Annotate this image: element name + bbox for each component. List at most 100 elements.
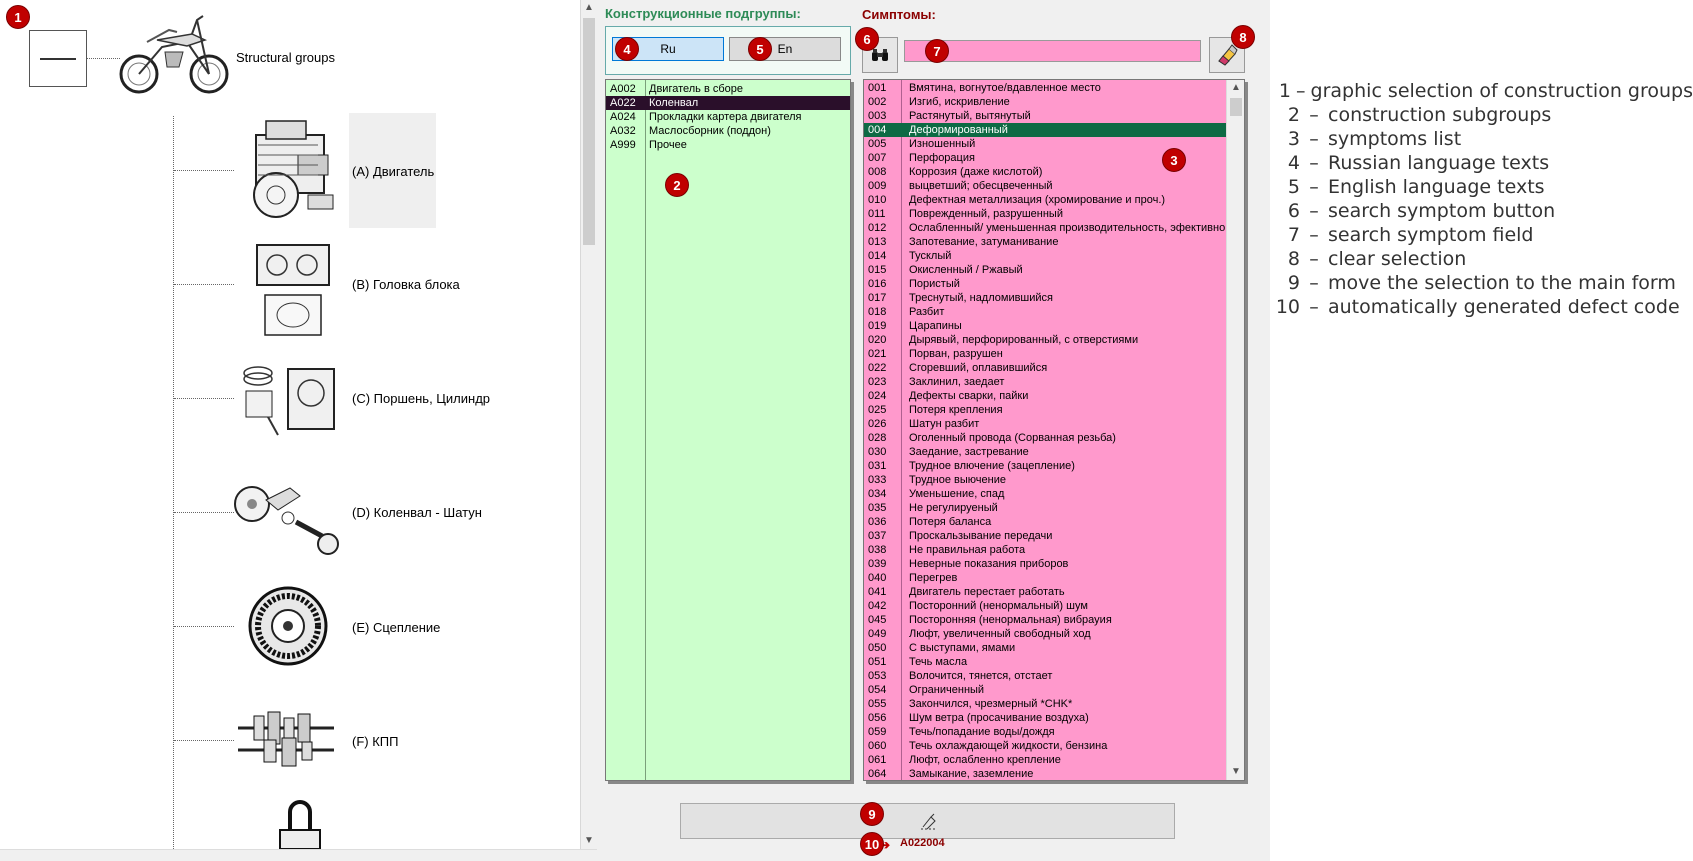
symptom-row[interactable]: 024 Дефекты сварки, пайки: [864, 389, 1226, 403]
symptom-row[interactable]: 035 Не регулируеный: [864, 501, 1226, 515]
tree-node-label[interactable]: (E) Сцепление: [352, 620, 440, 635]
symptom-row[interactable]: 054 Ограниченный: [864, 683, 1226, 697]
subgroup-row[interactable]: A999 Прочее: [606, 138, 850, 152]
symptom-row[interactable]: 020 Дырявый, перфорированный, с отверстия…: [864, 333, 1226, 347]
row-code: 008: [868, 166, 887, 178]
symptom-row[interactable]: 015 Окисленный / Ржавый: [864, 263, 1226, 277]
move-selection-button[interactable]: [680, 803, 1175, 839]
symptom-row[interactable]: 060 Течь охлаждающей жидкости, бензина: [864, 739, 1226, 753]
symptom-row[interactable]: 022 Сгоревший, оплавившийся: [864, 361, 1226, 375]
symptom-row[interactable]: 021 Порван, разрушен: [864, 347, 1226, 361]
tree-horizontal-scrollbar[interactable]: [0, 849, 597, 861]
tree-node-label[interactable]: (F) КПП: [352, 734, 398, 749]
subgroup-row[interactable]: A024 Прокладки картера двигателя: [606, 110, 850, 124]
symptom-row[interactable]: 056 Шум ветра (просачивание воздуха): [864, 711, 1226, 725]
symptom-row[interactable]: 055 Закончился, чрезмерный *CHK*: [864, 697, 1226, 711]
symptom-row[interactable]: 023 Заклинил, заедает: [864, 375, 1226, 389]
english-language-button[interactable]: En: [729, 37, 841, 61]
callout-badge: 2: [665, 173, 689, 197]
tree-vertical-scrollbar[interactable]: ▲ ▼: [581, 0, 597, 849]
row-code: 026: [868, 418, 887, 430]
scroll-up-icon[interactable]: ▲: [581, 0, 597, 16]
symptom-row[interactable]: 001 Вмятина, вогнутое/вдавленное место: [864, 81, 1226, 95]
symptom-row[interactable]: 012 Ослабленный/ уменьшенная производител…: [864, 221, 1226, 235]
symptom-row[interactable]: 045 Посторонняя (ненормальная) вибрауия: [864, 613, 1226, 627]
symptom-row[interactable]: 017 Треснутый, надломившийся: [864, 291, 1226, 305]
symptom-row[interactable]: 018 Разбит: [864, 305, 1226, 319]
row-code: 049: [868, 628, 887, 640]
tree-node-label[interactable]: (A) Двигатель: [352, 164, 434, 179]
symptom-row[interactable]: 016 Пористый: [864, 277, 1226, 291]
symptom-row[interactable]: 014 Тусклый: [864, 249, 1226, 263]
symptoms-scrollbar[interactable]: ▲ ▼: [1226, 80, 1244, 780]
symptom-row[interactable]: 059 Течь/попадание воды/дождя: [864, 725, 1226, 739]
symptom-row[interactable]: 028 Оголенный провода (Сорванная резьба): [864, 431, 1226, 445]
symptom-row[interactable]: 053 Волочится, тянется, отстает: [864, 669, 1226, 683]
symptom-row[interactable]: 036 Потеря баланса: [864, 515, 1226, 529]
tree-node-label[interactable]: (D) Коленвал - Шатун: [352, 505, 482, 520]
russian-button-label: Ru: [660, 42, 676, 56]
subgroup-row[interactable]: A032 Маслосборник (поддон): [606, 124, 850, 138]
symptom-row[interactable]: 004 Деформированный: [864, 123, 1226, 137]
symptom-row[interactable]: 010 Дефектная металлизация (хромирование …: [864, 193, 1226, 207]
symptom-row[interactable]: 037 Проскальзывание передачи: [864, 529, 1226, 543]
scroll-down-icon[interactable]: ▼: [581, 833, 597, 849]
symptom-row[interactable]: 013 Запотевание, затуманивание: [864, 235, 1226, 249]
scroll-up-icon[interactable]: ▲: [1227, 80, 1244, 96]
row-name: Люфт, увеличенный свободный ход: [909, 628, 1091, 640]
symptom-row[interactable]: 038 Не правильная работа: [864, 543, 1226, 557]
symptom-row[interactable]: 039 Неверные показания приборов: [864, 557, 1226, 571]
symptom-row[interactable]: 019 Царапины: [864, 319, 1226, 333]
scroll-down-icon[interactable]: ▼: [1227, 764, 1244, 780]
symptom-row[interactable]: 009 выцветший; обесцвеченный: [864, 179, 1226, 193]
engine-image[interactable]: [238, 115, 348, 227]
gearbox-image[interactable]: [234, 706, 340, 772]
symptom-row[interactable]: 031 Трудное влючение (зацепление): [864, 459, 1226, 473]
legend-text: English language texts: [1328, 176, 1545, 198]
tree-root-label[interactable]: Structural groups: [236, 50, 335, 65]
symptom-row[interactable]: 011 Поврежденный, разрушенный: [864, 207, 1226, 221]
symptoms-rows: 001 Вмятина, вогнутое/вдавленное место 002…: [864, 80, 1226, 780]
subgroups-list[interactable]: A002 Двигатель в сборе A022 Коленвал A024 Про…: [605, 79, 851, 781]
symptom-row[interactable]: 064 Замыкание, заземление: [864, 767, 1226, 780]
row-name: выцветший; обесцвеченный: [909, 180, 1053, 192]
symptom-row[interactable]: 061 Люфт, ослабленно крепление: [864, 753, 1226, 767]
symptoms-list[interactable]: 001 Вмятина, вогнутое/вдавленное место 002…: [863, 79, 1245, 781]
cylinder-head-image[interactable]: [245, 237, 345, 343]
legend-text: clear selection: [1328, 248, 1467, 270]
scrollbar-thumb[interactable]: [583, 18, 595, 245]
symptom-row[interactable]: 026 Шатун разбит: [864, 417, 1226, 431]
symptom-row[interactable]: 030 Заедание, застревание: [864, 445, 1226, 459]
symptom-row[interactable]: 050 С выступами, ямами: [864, 641, 1226, 655]
row-code: 007: [868, 152, 887, 164]
tree-node-label[interactable]: (B) Головка блока: [352, 277, 460, 292]
row-code: 053: [868, 670, 887, 682]
symptom-row[interactable]: 051 Течь масла: [864, 655, 1226, 669]
subgroup-row[interactable]: A022 Коленвал: [606, 96, 850, 110]
row-name: Посторонний (ненормальный) шум: [909, 600, 1088, 612]
collapse-box-icon[interactable]: [29, 30, 87, 87]
symptom-row[interactable]: 003 Растянутый, вытянутый: [864, 109, 1226, 123]
piston-cylinder-image[interactable]: [238, 363, 343, 443]
language-group: Ru En: [605, 26, 851, 75]
callout-badge: 3: [1162, 148, 1186, 172]
symptom-row[interactable]: 049 Люфт, увеличенный свободный ход: [864, 627, 1226, 641]
tree-node-label[interactable]: (C) Поршень, Цилиндр: [352, 391, 490, 406]
symptom-row[interactable]: 034 Уменьшение, спад: [864, 487, 1226, 501]
row-name: Порван, разрушен: [909, 348, 1003, 360]
scrollbar-thumb[interactable]: [1230, 98, 1242, 116]
symptom-row[interactable]: 025 Потеря крепления: [864, 403, 1226, 417]
symptom-row[interactable]: 002 Изгиб, искривление: [864, 95, 1226, 109]
symptom-row[interactable]: 042 Посторонний (ненормальный) шум: [864, 599, 1226, 613]
defect-selection-panel: Конструкционные подгруппы: Симптомы: Ru …: [597, 0, 1270, 861]
callout-badge: 4: [615, 37, 639, 61]
symptom-row[interactable]: 033 Трудное выючение: [864, 473, 1226, 487]
clutch-image[interactable]: [244, 584, 334, 670]
row-name: С выступами, ямами: [909, 642, 1016, 654]
symptom-row[interactable]: 041 Двигатель перестает работать: [864, 585, 1226, 599]
subgroup-row[interactable]: A002 Двигатель в сборе: [606, 82, 850, 96]
crankshaft-image[interactable]: [230, 478, 345, 560]
row-code: 010: [868, 194, 887, 206]
partial-node-image[interactable]: [262, 800, 332, 849]
symptom-row[interactable]: 040 Перегрев: [864, 571, 1226, 585]
